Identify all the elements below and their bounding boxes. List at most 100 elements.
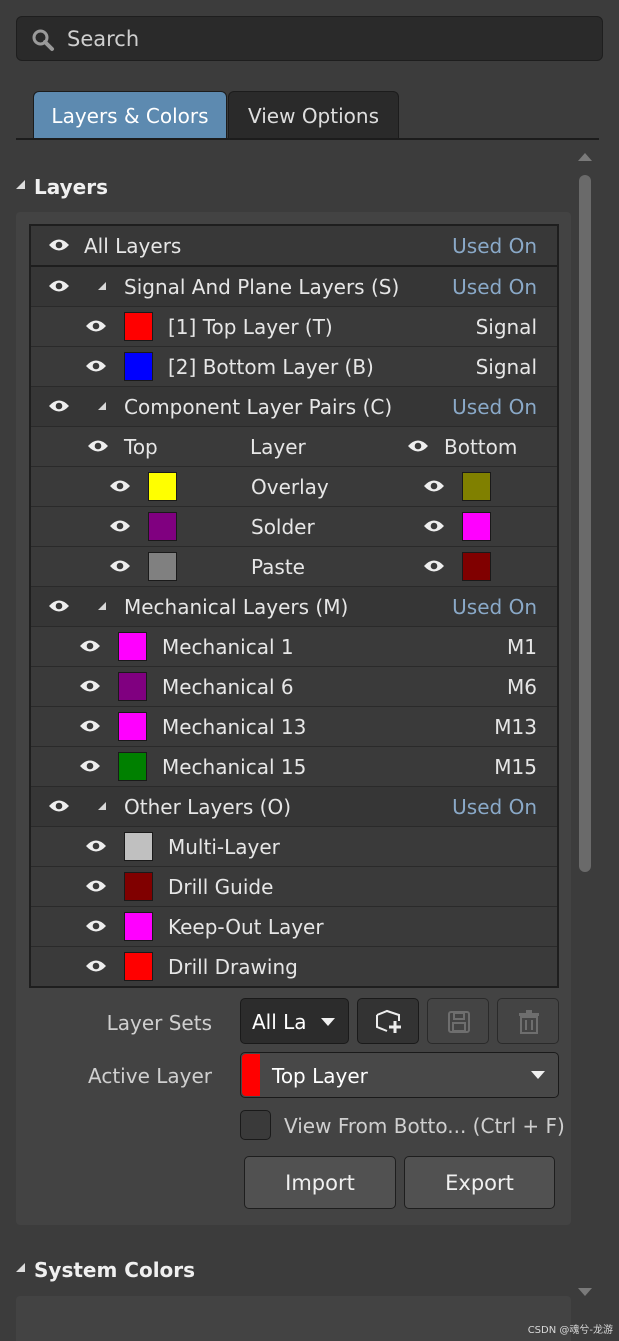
eye-icon[interactable] [423, 558, 445, 574]
bottom-color-swatch[interactable] [462, 472, 491, 501]
group-other-layers[interactable]: Other Layers (O) Used On [31, 787, 557, 827]
pair-row-overlay[interactable]: Overlay [31, 467, 557, 507]
layer-usage: M13 [494, 715, 537, 739]
eye-icon[interactable] [48, 798, 70, 814]
color-swatch[interactable] [118, 672, 147, 701]
layer-row-drill-guide[interactable]: Drill Guide [31, 867, 557, 907]
layer-label: Drill Drawing [168, 955, 298, 979]
view-from-bottom-label[interactable]: View From Botto... (Ctrl + F) [284, 1114, 565, 1138]
eye-icon[interactable] [109, 518, 131, 534]
top-color-swatch[interactable] [148, 552, 177, 581]
collapse-triangle-icon[interactable] [98, 602, 106, 610]
eye-icon[interactable] [79, 758, 101, 774]
collapse-triangle-icon[interactable] [98, 802, 106, 810]
export-button[interactable]: Export [404, 1156, 555, 1209]
layer-label: [2] Bottom Layer (B) [168, 355, 374, 379]
add-layer-set-button[interactable] [357, 998, 419, 1044]
color-swatch[interactable] [124, 312, 153, 341]
layer-sets-value: All La [252, 1010, 307, 1034]
used-on-header: Used On [452, 275, 537, 299]
eye-icon[interactable] [48, 237, 70, 253]
used-on-header: Used On [452, 234, 537, 258]
active-layer-color-swatch [242, 1054, 260, 1096]
color-swatch[interactable] [124, 872, 153, 901]
eye-icon[interactable] [79, 638, 101, 654]
layer-label: Mechanical 6 [162, 675, 294, 699]
group-label: Signal And Plane Layers (S) [124, 275, 400, 299]
layer-row-top[interactable]: [1] Top Layer (T) Signal [31, 307, 557, 347]
eye-icon[interactable] [48, 598, 70, 614]
color-swatch[interactable] [124, 352, 153, 381]
collapse-triangle-icon[interactable] [98, 402, 106, 410]
eye-icon[interactable] [109, 478, 131, 494]
eye-icon[interactable] [85, 838, 107, 854]
eye-icon[interactable] [85, 958, 107, 974]
eye-icon[interactable] [85, 918, 107, 934]
collapse-layers-icon[interactable] [16, 180, 25, 189]
group-component-pairs[interactable]: Component Layer Pairs (C) Used On [31, 387, 557, 427]
eye-icon[interactable] [423, 518, 445, 534]
layer-usage: M15 [494, 755, 537, 779]
layer-row-mechanical-13[interactable]: Mechanical 13 M13 [31, 707, 557, 747]
group-signal-layers[interactable]: Signal And Plane Layers (S) Used On [31, 267, 557, 307]
eye-icon[interactable] [48, 398, 70, 414]
eye-icon[interactable] [85, 878, 107, 894]
eye-icon[interactable] [85, 358, 107, 374]
section-title-layers[interactable]: Layers [34, 175, 108, 199]
active-layer-dropdown[interactable]: Top Layer [240, 1052, 559, 1098]
bottom-color-swatch[interactable] [462, 512, 491, 541]
scroll-down-arrow-icon[interactable] [578, 1288, 592, 1296]
view-from-bottom-checkbox[interactable] [240, 1110, 271, 1140]
chevron-down-icon [531, 1071, 545, 1079]
search-input[interactable] [67, 24, 587, 54]
eye-icon[interactable] [423, 478, 445, 494]
color-swatch[interactable] [118, 752, 147, 781]
top-color-swatch[interactable] [148, 512, 177, 541]
layer-row-bottom[interactable]: [2] Bottom Layer (B) Signal [31, 347, 557, 387]
top-color-swatch[interactable] [148, 472, 177, 501]
row-all-layers[interactable]: All Layers Used On [31, 226, 557, 267]
scroll-up-arrow-icon[interactable] [578, 153, 592, 161]
column-bottom: Bottom [444, 435, 518, 459]
pair-row-paste[interactable]: Paste [31, 547, 557, 587]
layer-row-mechanical-1[interactable]: Mechanical 1 M1 [31, 627, 557, 667]
color-swatch[interactable] [118, 632, 147, 661]
group-mechanical-layers[interactable]: Mechanical Layers (M) Used On [31, 587, 557, 627]
search-icon [32, 29, 54, 51]
eye-icon[interactable] [79, 718, 101, 734]
layer-usage: Signal [475, 315, 537, 339]
tab-layers-colors[interactable]: Layers & Colors [33, 91, 227, 139]
tab-view-options[interactable]: View Options [228, 91, 399, 139]
all-layers-label: All Layers [84, 234, 182, 258]
pair-row-solder[interactable]: Solder [31, 507, 557, 547]
save-layer-set-button[interactable] [427, 998, 489, 1044]
color-swatch[interactable] [124, 832, 153, 861]
collapse-triangle-icon[interactable] [98, 282, 106, 290]
eye-icon[interactable] [79, 678, 101, 694]
collapse-system-colors-icon[interactable] [16, 1263, 25, 1272]
section-title-system-colors[interactable]: System Colors [34, 1258, 195, 1282]
eye-icon[interactable] [407, 438, 429, 454]
eye-icon[interactable] [48, 278, 70, 294]
import-button[interactable]: Import [244, 1156, 396, 1209]
scrollbar-thumb[interactable] [579, 175, 591, 872]
color-swatch[interactable] [124, 952, 153, 981]
layer-row-mechanical-6[interactable]: Mechanical 6 M6 [31, 667, 557, 707]
layer-row-mechanical-15[interactable]: Mechanical 15 M15 [31, 747, 557, 787]
color-swatch[interactable] [118, 712, 147, 741]
layer-sets-dropdown[interactable]: All La [240, 998, 349, 1044]
tab-divider [16, 138, 599, 140]
layer-row-drill-drawing[interactable]: Drill Drawing [31, 947, 557, 987]
delete-layer-set-button[interactable] [497, 998, 559, 1044]
eye-icon[interactable] [85, 318, 107, 334]
active-layer-label: Active Layer [88, 1064, 212, 1088]
search-box[interactable] [16, 16, 603, 61]
layer-row-multi-layer[interactable]: Multi-Layer [31, 827, 557, 867]
layer-row-keep-out[interactable]: Keep-Out Layer [31, 907, 557, 947]
color-swatch[interactable] [124, 912, 153, 941]
layer-usage: Signal [475, 355, 537, 379]
trash-icon [519, 1010, 539, 1034]
eye-icon[interactable] [109, 558, 131, 574]
eye-icon[interactable] [87, 438, 109, 454]
bottom-color-swatch[interactable] [462, 552, 491, 581]
